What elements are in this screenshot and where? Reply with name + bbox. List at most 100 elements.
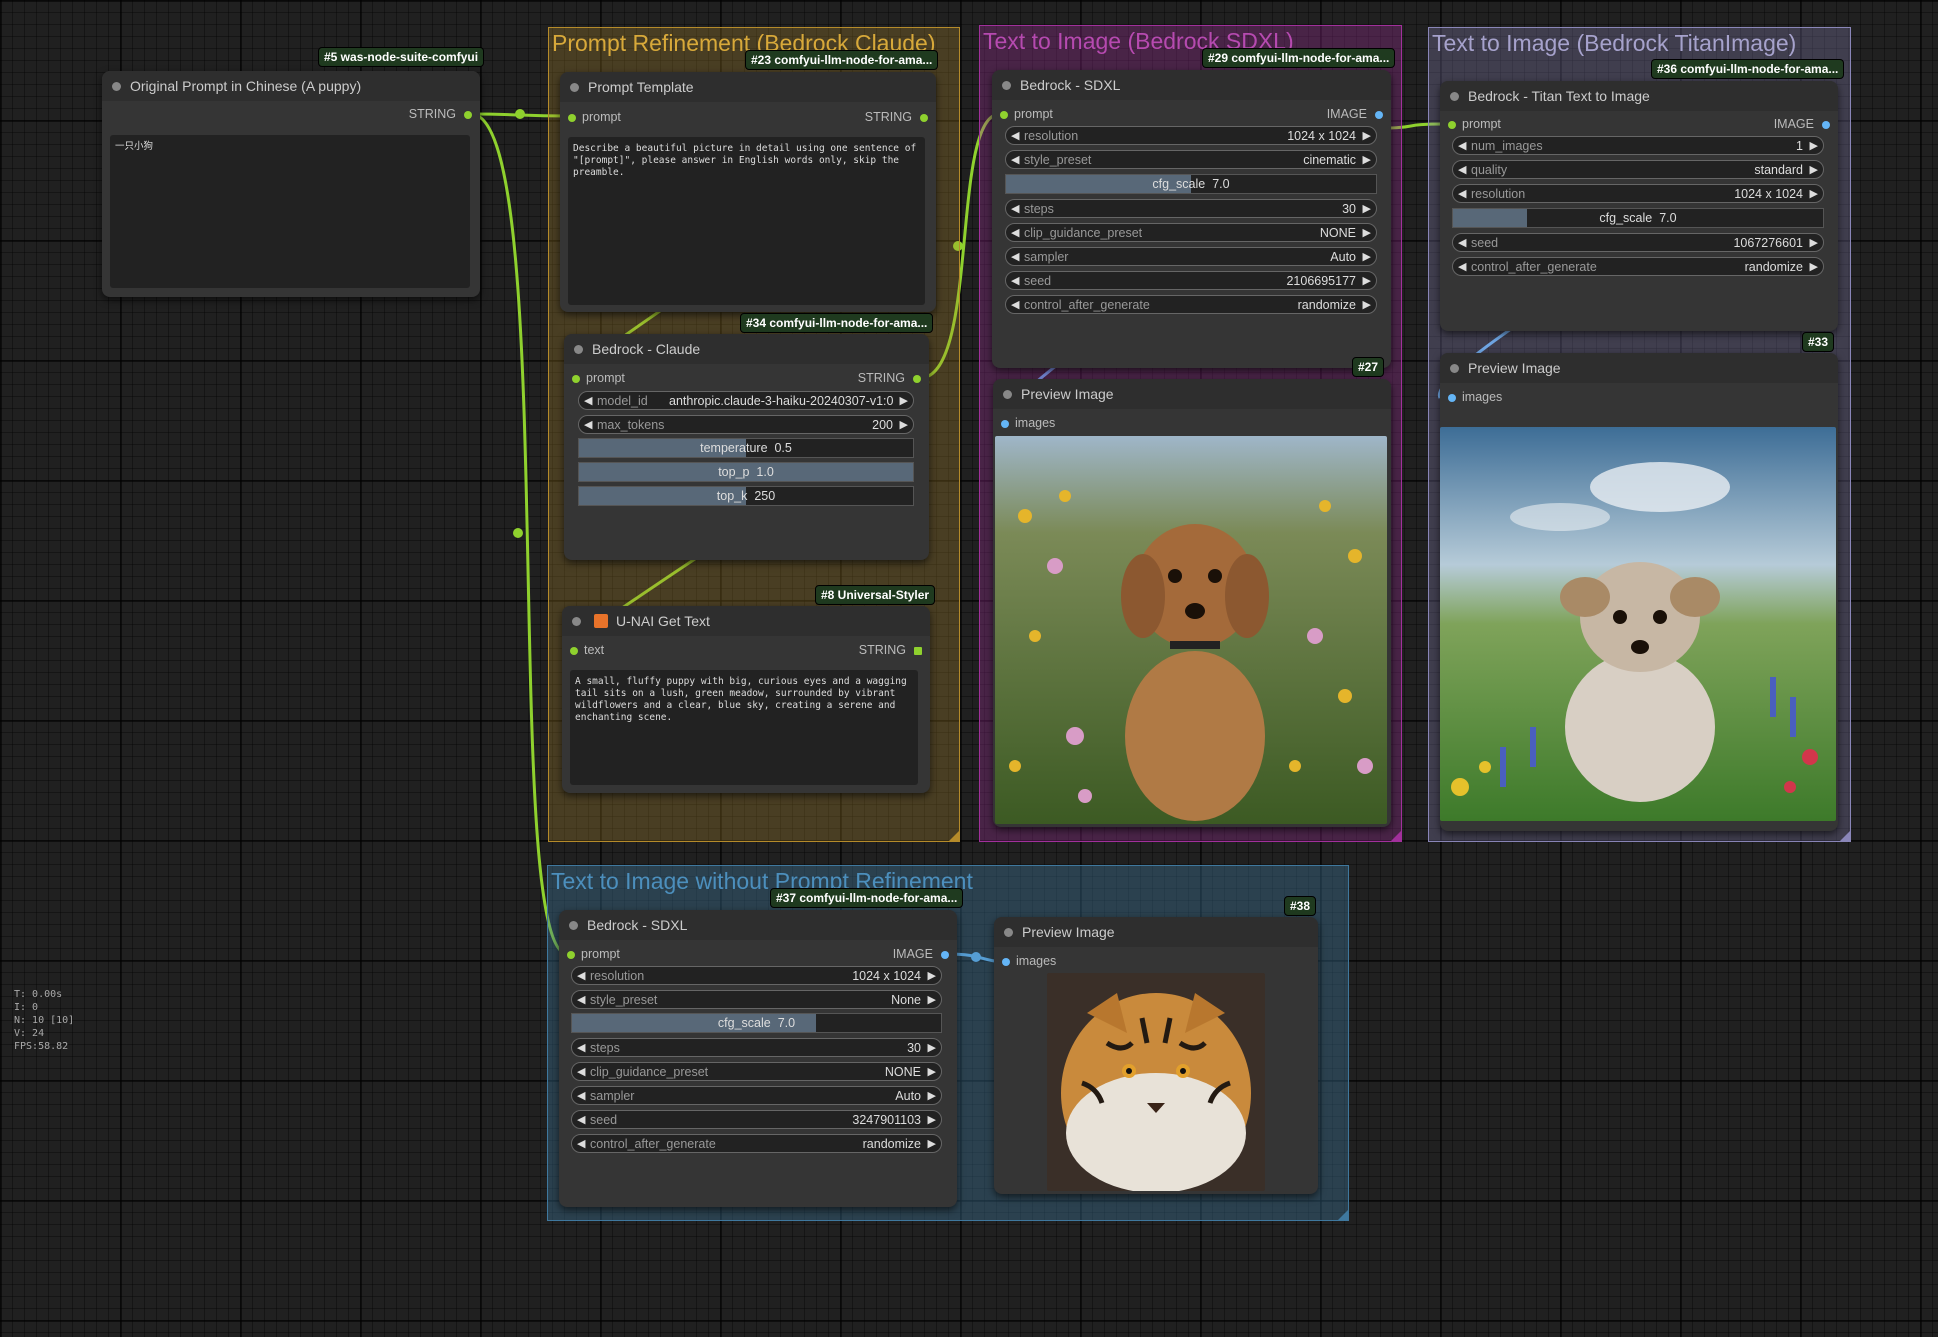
arrow-right-icon[interactable]: ▶ bbox=[928, 993, 936, 1006]
arrow-left-icon[interactable]: ◀ bbox=[584, 394, 592, 407]
number-widget[interactable]: ◀ steps 30 ▶ bbox=[1005, 199, 1377, 218]
combo-widget[interactable]: ◀ resolution 1024 x 1024 ▶ bbox=[1452, 184, 1824, 203]
collapse-dot-icon[interactable] bbox=[574, 345, 583, 354]
output-slot[interactable] bbox=[941, 951, 949, 959]
output-slot[interactable] bbox=[1822, 121, 1830, 129]
cfg-scale-slider[interactable]: cfg_scale 7.0 bbox=[1005, 174, 1377, 194]
group-resize-handle[interactable] bbox=[1338, 1210, 1348, 1220]
node-bedrock-titan[interactable]: Bedrock - Titan Text to Image prompt IMA… bbox=[1440, 81, 1838, 331]
combo-widget[interactable]: ◀ clip_guidance_preset NONE ▶ bbox=[1005, 223, 1377, 242]
number-widget[interactable]: ◀ steps 30 ▶ bbox=[571, 1038, 942, 1057]
arrow-right-icon[interactable]: ▶ bbox=[1363, 226, 1371, 239]
node-header[interactable]: Original Prompt in Chinese (A puppy) bbox=[102, 71, 480, 101]
input-slot[interactable] bbox=[1002, 958, 1010, 966]
collapse-dot-icon[interactable] bbox=[1003, 390, 1012, 399]
node-header[interactable]: Preview Image bbox=[993, 379, 1391, 409]
input-slot[interactable] bbox=[568, 114, 576, 122]
arrow-right-icon[interactable]: ▶ bbox=[1810, 139, 1818, 152]
input-slot[interactable] bbox=[1000, 111, 1008, 119]
combo-widget[interactable]: ◀ control_after_generate randomize ▶ bbox=[571, 1134, 942, 1153]
node-preview-image-38[interactable]: Preview Image images bbox=[994, 917, 1318, 1194]
input-slot[interactable] bbox=[1448, 394, 1456, 402]
combo-widget[interactable]: ◀ control_after_generate randomize ▶ bbox=[1452, 257, 1824, 276]
text-input[interactable]: 一只小狗 bbox=[110, 135, 470, 288]
combo-widget[interactable]: ◀ resolution 1024 x 1024 ▶ bbox=[571, 966, 942, 985]
arrow-left-icon[interactable]: ◀ bbox=[577, 993, 585, 1006]
group-resize-handle[interactable] bbox=[949, 831, 959, 841]
arrow-right-icon[interactable]: ▶ bbox=[1810, 236, 1818, 249]
node-header[interactable]: Bedrock - SDXL bbox=[559, 910, 957, 940]
top-k-slider[interactable]: top_k 250 bbox=[578, 486, 914, 506]
arrow-right-icon[interactable]: ▶ bbox=[928, 1065, 936, 1078]
node-preview-image-27[interactable]: Preview Image images bbox=[993, 379, 1391, 827]
combo-widget[interactable]: ◀ sampler Auto ▶ bbox=[1005, 247, 1377, 266]
arrow-right-icon[interactable]: ▶ bbox=[1363, 298, 1371, 311]
collapse-dot-icon[interactable] bbox=[1004, 928, 1013, 937]
temperature-slider[interactable]: temperature 0.5 bbox=[578, 438, 914, 458]
number-widget[interactable]: ◀ num_images 1 ▶ bbox=[1452, 136, 1824, 155]
arrow-left-icon[interactable]: ◀ bbox=[1011, 129, 1019, 142]
arrow-left-icon[interactable]: ◀ bbox=[1011, 298, 1019, 311]
combo-widget[interactable]: ◀ style_preset None ▶ bbox=[571, 990, 942, 1009]
combo-widget[interactable]: ◀ quality standard ▶ bbox=[1452, 160, 1824, 179]
group-resize-handle[interactable] bbox=[1391, 831, 1401, 841]
seed-widget[interactable]: ◀ seed 3247901103 ▶ bbox=[571, 1110, 942, 1129]
input-slot[interactable] bbox=[567, 951, 575, 959]
input-slot[interactable] bbox=[572, 375, 580, 383]
output-slot[interactable] bbox=[464, 111, 472, 119]
arrow-right-icon[interactable]: ▶ bbox=[928, 1089, 936, 1102]
arrow-left-icon[interactable]: ◀ bbox=[577, 1113, 585, 1126]
arrow-right-icon[interactable]: ▶ bbox=[1810, 260, 1818, 273]
arrow-left-icon[interactable]: ◀ bbox=[577, 1089, 585, 1102]
combo-widget[interactable]: ◀ clip_guidance_preset NONE ▶ bbox=[571, 1062, 942, 1081]
node-header[interactable]: Preview Image bbox=[994, 917, 1318, 947]
arrow-left-icon[interactable]: ◀ bbox=[584, 418, 592, 431]
input-slot[interactable] bbox=[1001, 420, 1009, 428]
arrow-right-icon[interactable]: ▶ bbox=[1363, 250, 1371, 263]
top-p-slider[interactable]: top_p 1.0 bbox=[578, 462, 914, 482]
collapse-dot-icon[interactable] bbox=[1450, 364, 1459, 373]
collapse-dot-icon[interactable] bbox=[569, 921, 578, 930]
arrow-left-icon[interactable]: ◀ bbox=[1458, 260, 1466, 273]
collapse-dot-icon[interactable] bbox=[570, 83, 579, 92]
arrow-left-icon[interactable]: ◀ bbox=[1458, 187, 1466, 200]
arrow-right-icon[interactable]: ▶ bbox=[928, 969, 936, 982]
cfg-scale-slider[interactable]: cfg_scale 7.0 bbox=[1452, 208, 1824, 228]
arrow-right-icon[interactable]: ▶ bbox=[900, 418, 908, 431]
combo-widget[interactable]: ◀ control_after_generate randomize ▶ bbox=[1005, 295, 1377, 314]
generated-titan-puppy-image[interactable] bbox=[1440, 427, 1836, 821]
node-bedrock-sdxl-bottom[interactable]: Bedrock - SDXL prompt IMAGE ◀ resolution… bbox=[559, 910, 957, 1207]
generated-puppy-image[interactable] bbox=[995, 436, 1387, 824]
output-slot[interactable] bbox=[920, 114, 928, 122]
arrow-right-icon[interactable]: ▶ bbox=[1363, 202, 1371, 215]
input-slot[interactable] bbox=[1448, 121, 1456, 129]
arrow-left-icon[interactable]: ◀ bbox=[1011, 226, 1019, 239]
arrow-left-icon[interactable]: ◀ bbox=[577, 969, 585, 982]
node-header[interactable]: U-NAI Get Text bbox=[562, 606, 930, 636]
node-get-text[interactable]: U-NAI Get Text text STRING A small, fluf… bbox=[562, 606, 930, 793]
node-prompt-template[interactable]: Prompt Template prompt STRING Describe a… bbox=[560, 72, 936, 312]
output-slot[interactable] bbox=[913, 375, 921, 383]
node-original-prompt[interactable]: Original Prompt in Chinese (A puppy) STR… bbox=[102, 71, 480, 297]
arrow-right-icon[interactable]: ▶ bbox=[928, 1041, 936, 1054]
arrow-right-icon[interactable]: ▶ bbox=[1363, 274, 1371, 287]
group-resize-handle[interactable] bbox=[1840, 831, 1850, 841]
node-header[interactable]: Bedrock - SDXL bbox=[992, 70, 1391, 100]
collapse-dot-icon[interactable] bbox=[1002, 81, 1011, 90]
node-header[interactable]: Bedrock - Titan Text to Image bbox=[1440, 81, 1838, 111]
seed-widget[interactable]: ◀ seed 2106695177 ▶ bbox=[1005, 271, 1377, 290]
arrow-left-icon[interactable]: ◀ bbox=[1011, 202, 1019, 215]
output-slot[interactable] bbox=[1375, 111, 1383, 119]
output-text-display[interactable]: A small, fluffy puppy with big, curious … bbox=[570, 670, 918, 785]
node-header[interactable]: Bedrock - Claude bbox=[564, 334, 929, 364]
combo-widget[interactable]: ◀ resolution 1024 x 1024 ▶ bbox=[1005, 126, 1377, 145]
arrow-left-icon[interactable]: ◀ bbox=[1458, 236, 1466, 249]
node-bedrock-claude[interactable]: Bedrock - Claude prompt STRING ◀ model_i… bbox=[564, 334, 929, 560]
arrow-left-icon[interactable]: ◀ bbox=[1458, 163, 1466, 176]
arrow-left-icon[interactable]: ◀ bbox=[1011, 274, 1019, 287]
collapse-dot-icon[interactable] bbox=[572, 617, 581, 626]
combo-widget[interactable]: ◀ style_preset cinematic ▶ bbox=[1005, 150, 1377, 169]
arrow-left-icon[interactable]: ◀ bbox=[1011, 250, 1019, 263]
collapse-dot-icon[interactable] bbox=[112, 82, 121, 91]
arrow-right-icon[interactable]: ▶ bbox=[1810, 187, 1818, 200]
